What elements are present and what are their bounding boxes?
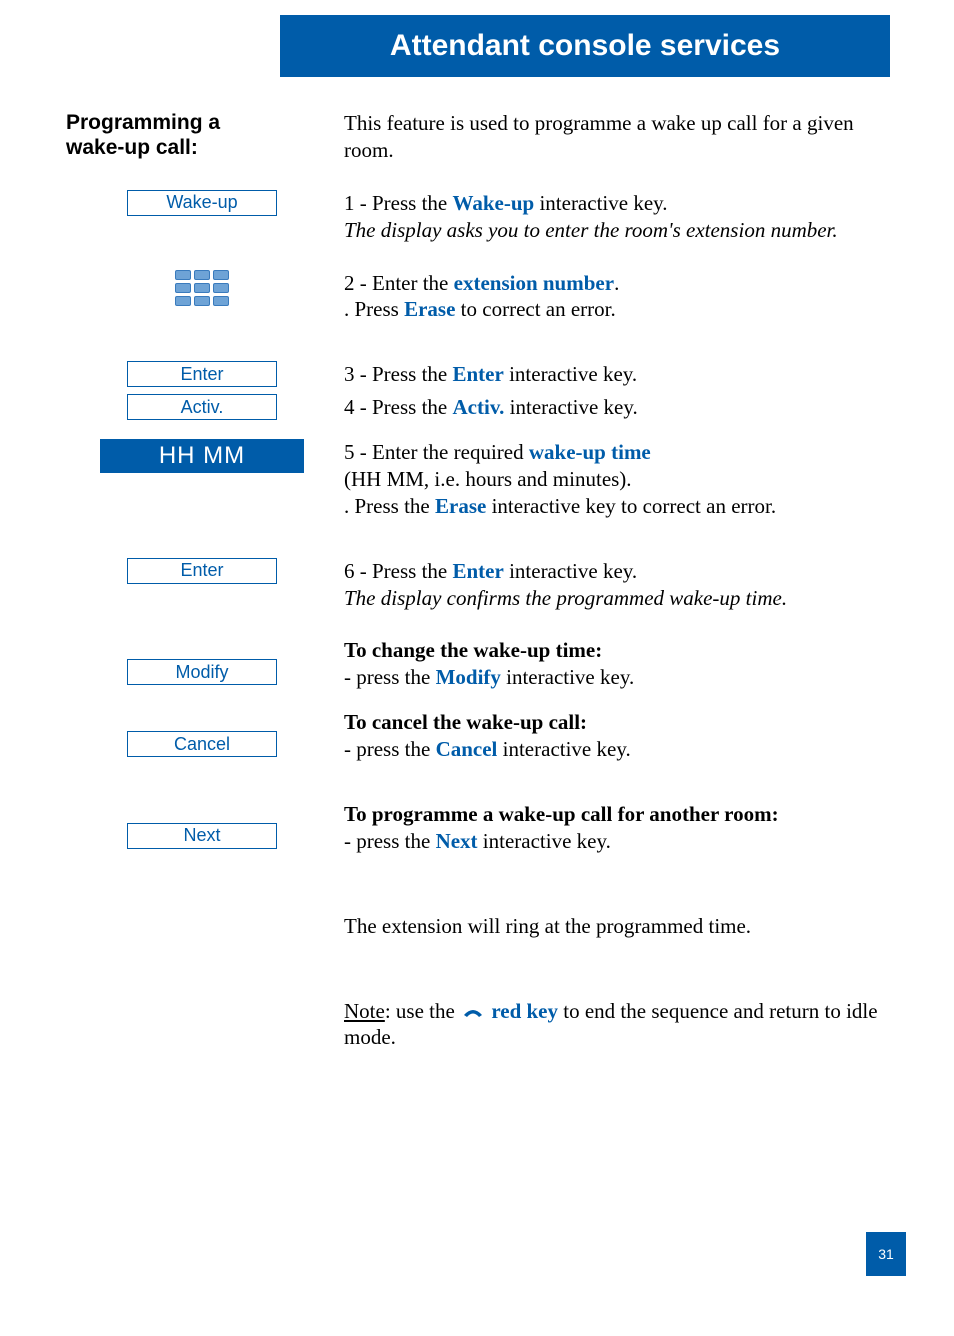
step1-text: 1 - Press the Wake-up interactive key. T… [338, 190, 904, 244]
note-text: Note: use the red key to end the sequenc… [338, 998, 904, 1052]
header-title: Attendant console services [390, 29, 780, 63]
page-number: 31 [866, 1232, 906, 1276]
cancel-key[interactable]: Cancel [127, 731, 277, 757]
cancel-text: To cancel the wake-up call: - press the … [338, 709, 904, 763]
wakeup-key[interactable]: Wake-up [127, 190, 277, 216]
modify-key[interactable]: Modify [127, 659, 277, 685]
step5-text: 5 - Enter the required wake-up time (HH … [338, 439, 904, 520]
activ-key[interactable]: Activ. [127, 394, 277, 420]
intro-text: This feature is used to programme a wake… [338, 110, 904, 164]
conclusion-text: The extension will ring at the programme… [338, 913, 904, 940]
enter-key-2[interactable]: Enter [127, 558, 277, 584]
step2-text: 2 - Enter the extension number. . Press … [338, 270, 904, 324]
next-key[interactable]: Next [127, 823, 277, 849]
section-title-line2: wake-up call: [66, 136, 198, 159]
change-text: To change the wake-up time: - press the … [338, 637, 904, 691]
section-title: Programming a wake-up call: [66, 110, 220, 160]
phone-handset-icon [462, 1007, 484, 1019]
step6-text: 6 - Press the Enter interactive key. The… [338, 558, 904, 612]
enter-key-1[interactable]: Enter [127, 361, 277, 387]
section-title-line1: Programming a [66, 111, 220, 134]
hhmm-display: HH MM [100, 439, 304, 473]
step3-text: 3 - Press the Enter interactive key. [338, 361, 904, 388]
another-text: To programme a wake-up call for another … [338, 801, 904, 855]
keypad-icon [175, 270, 229, 306]
step4-text: 4 - Press the Activ. interactive key. [338, 394, 904, 421]
header-bar: Attendant console services [280, 15, 890, 77]
